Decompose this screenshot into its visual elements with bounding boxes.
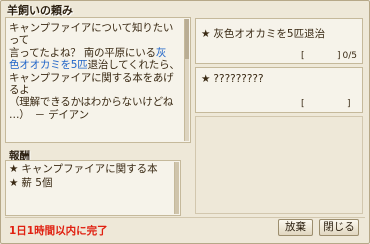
story-line: （理解できるかはわからないけどね — [9, 96, 174, 109]
story-scroll-thumb[interactable] — [185, 19, 189, 59]
story-line: …） － デイアン — [9, 108, 89, 121]
reward-scroll-thumb[interactable] — [175, 162, 179, 214]
quest-window: 羊飼いの頼み キャンプファイアについて知りたいって 言ってたよね？ 南の平原にい… — [0, 0, 370, 244]
objective-text: ★????????? — [201, 73, 264, 85]
story-line: 言ってたよね？ 南の平原にいる灰 — [9, 47, 181, 59]
progress-bracket: [ — [301, 99, 305, 109]
window-title: 羊飼いの頼み — [7, 4, 73, 17]
objective-progress: [ — [301, 99, 305, 109]
star-bullet-icon: ★ — [9, 163, 19, 175]
story-highlight: 色オオカミを5匹 — [9, 59, 88, 72]
objective-label: ????????? — [213, 73, 264, 85]
story-line: 色オオカミを5匹退治してくれたら、 — [9, 59, 181, 71]
objective-list-panel — [195, 116, 363, 214]
abandon-button[interactable]: 放棄 — [278, 219, 313, 236]
story-line-part: 退治してくれたら、 — [87, 59, 180, 72]
star-bullet-icon: ★ — [9, 177, 19, 189]
progress-bracket: [ — [301, 51, 305, 61]
reward-item-label: 薪 5個 — [21, 177, 53, 189]
story-scrollbar[interactable] — [184, 19, 189, 141]
star-bullet-icon: ★ — [201, 28, 211, 40]
footer-divider — [5, 217, 365, 218]
story-highlight: 灰 — [155, 46, 167, 59]
story-text: キャンプファイアについて知りたいって 言ってたよね？ 南の平原にいる灰 色オオカ… — [9, 22, 181, 121]
star-bullet-icon: ★ — [201, 73, 211, 85]
objective-text: ★ 灰色オオカミを5匹退治 — [201, 26, 325, 41]
close-button[interactable]: 閉じる — [319, 219, 359, 236]
reward-item: ★ キャンプファイアに関する本 — [9, 161, 158, 176]
story-line: キャンプファイアについて知りたいって — [9, 22, 174, 47]
progress-count: 0/5 — [342, 51, 357, 61]
objective-progress: [ — [301, 51, 305, 61]
progress-bracket: ] — [337, 51, 341, 61]
story-line: キャンプファイアに関する本をあげるよ — [9, 71, 174, 97]
story-line-part: 言ってたよね？ 南の平原にいる — [9, 46, 156, 59]
objective-label: 灰色オオカミを5匹退治 — [213, 28, 326, 40]
objective-progress-value: ] 0/5 — [337, 51, 357, 61]
reward-item: ★ 薪 5個 — [9, 175, 52, 190]
reward-item-label: キャンプファイアに関する本 — [21, 163, 158, 175]
reward-scrollbar[interactable] — [174, 162, 179, 214]
deadline-text: 1日1時間以内に完了 — [9, 225, 108, 237]
objective-progress: ] — [347, 99, 351, 109]
progress-bracket: ] — [347, 99, 351, 109]
